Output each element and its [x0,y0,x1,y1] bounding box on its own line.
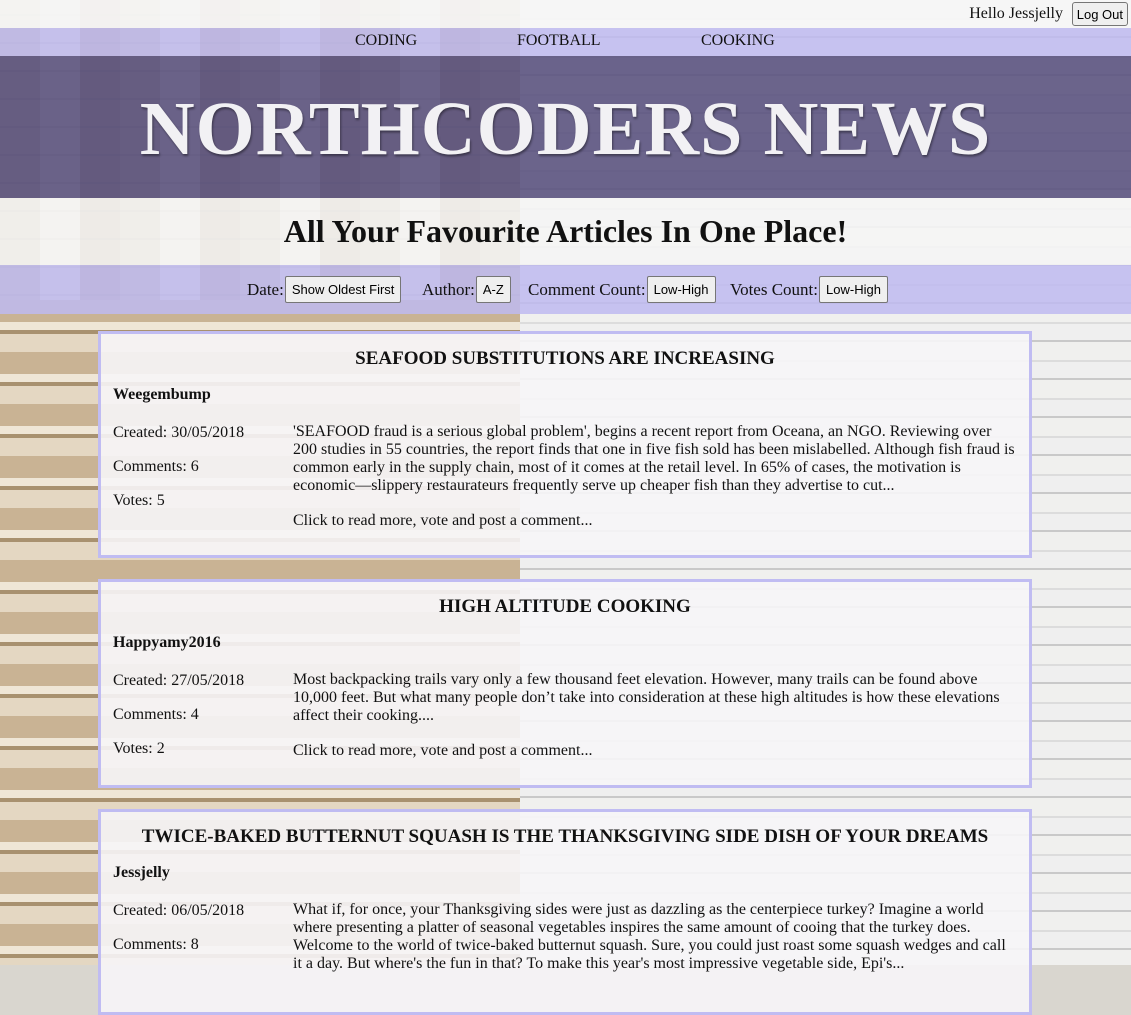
article-comment-count: Comments: 4 [113,706,199,723]
sort-bar: Date: Show Oldest First Author: A-Z Comm… [0,265,1131,314]
article-author: Jessjelly [113,864,170,881]
article-read-more-link[interactable]: Click to read more, vote and post a comm… [293,512,592,530]
article-created: Created: 30/05/2018 [113,424,245,441]
sort-author-label: Author: [422,279,475,299]
site-title[interactable]: NORTHCODERS NEWS [0,86,1131,173]
article-card[interactable]: TWICE-BAKED BUTTERNUT SQUASH IS THE THAN… [98,809,1032,1015]
nav-topic-football[interactable]: FOOTBALL [517,32,601,50]
article-title[interactable]: SEAFOOD SUBSTITUTIONS ARE INCREASING [101,348,1029,370]
article-author: Happyamy2016 [113,634,221,651]
article-excerpt: 'SEAFOOD fraud is a serious global probl… [293,423,1015,494]
topic-nav: CODING FOOTBALL COOKING [0,28,1131,56]
article-created: Created: 06/05/2018 [113,902,245,919]
tagline-band: All Your Favourite Articles In One Place… [0,198,1131,265]
article-excerpt: What if, for once, your Thanksgiving sid… [293,901,1006,972]
article-read-more-link[interactable]: Click to read more, vote and post a comm… [293,742,592,760]
sort-comments-button[interactable]: Low-High [646,276,716,303]
nav-topic-cooking[interactable]: COOKING [701,32,775,50]
article-author: Weegembump [113,386,211,403]
user-greeting: Hello Jessjelly [969,5,1063,22]
article-card[interactable]: HIGH ALTITUDE COOKING Happyamy2016 Creat… [98,579,1032,788]
article-card[interactable]: SEAFOOD SUBSTITUTIONS ARE INCREASING Wee… [98,331,1032,558]
logout-button[interactable]: Log Out [1071,2,1128,26]
article-vote-count: Votes: 5 [113,492,165,509]
sort-author: Author: A-Z [422,276,511,303]
nav-topic-coding[interactable]: CODING [355,32,417,50]
sort-votes: Votes Count: Low-High [730,276,888,303]
article-excerpt: Most backpacking trails vary only a few … [293,671,1000,724]
sort-author-button[interactable]: A-Z [475,276,511,303]
sort-date-label: Date: [247,279,284,299]
article-comment-count: Comments: 8 [113,936,199,953]
article-created: Created: 27/05/2018 [113,672,245,689]
sort-comments: Comment Count: Low-High [528,276,716,303]
site-banner: NORTHCODERS NEWS [0,56,1131,198]
sort-comments-label: Comment Count: [528,279,646,299]
site-tagline: All Your Favourite Articles In One Place… [283,213,848,249]
article-vote-count: Votes: 2 [113,740,165,757]
sort-votes-button[interactable]: Low-High [819,276,888,303]
sort-date-button[interactable]: Show Oldest First [284,276,402,303]
article-title[interactable]: HIGH ALTITUDE COOKING [101,596,1029,618]
sort-votes-label: Votes Count: [730,279,819,299]
article-title[interactable]: TWICE-BAKED BUTTERNUT SQUASH IS THE THAN… [101,826,1029,848]
article-comment-count: Comments: 6 [113,458,199,475]
user-bar: Hello Jessjelly Log Out [0,0,1131,28]
sort-date: Date: Show Oldest First [247,276,402,303]
